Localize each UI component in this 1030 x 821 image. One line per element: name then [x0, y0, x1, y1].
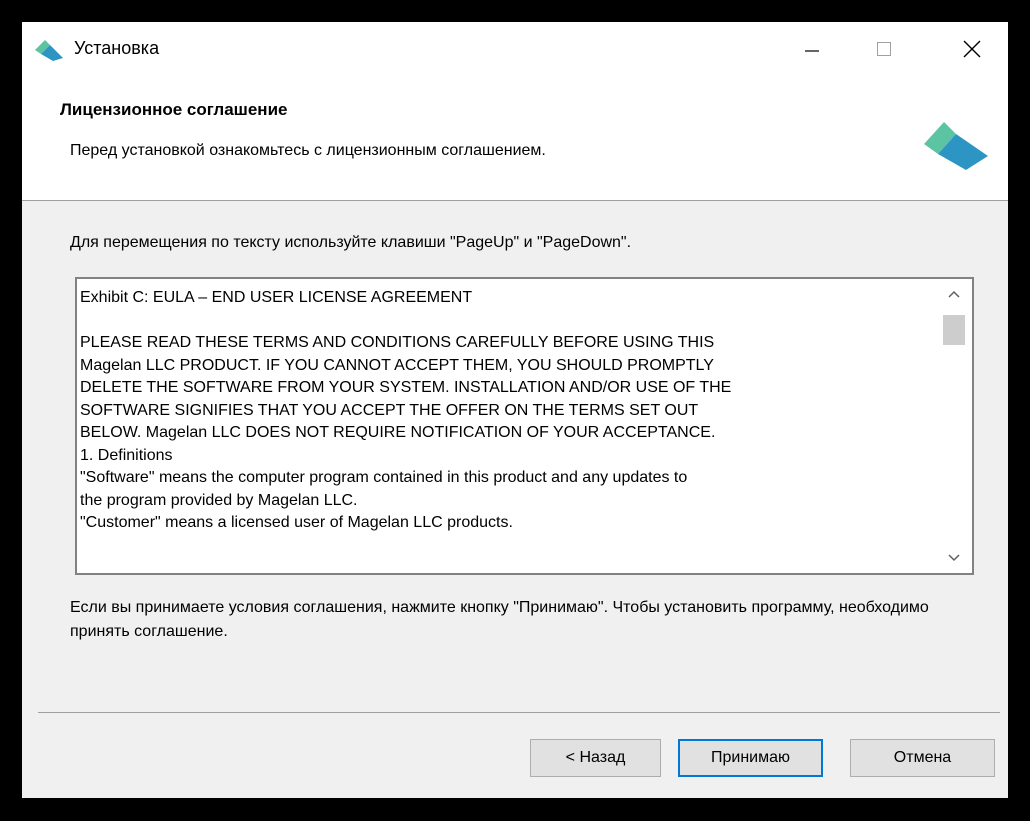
- title-bar[interactable]: Установка: [22, 22, 1008, 76]
- scroll-down-button[interactable]: [936, 543, 972, 573]
- maximize-icon: [877, 42, 891, 56]
- window-title: Установка: [74, 38, 160, 58]
- close-icon: [963, 40, 981, 58]
- cancel-button[interactable]: Отмена: [850, 739, 995, 777]
- license-scrollbar[interactable]: [936, 279, 972, 573]
- installer-window: Установка Лицензионное соглашение Перед …: [22, 22, 1008, 798]
- scroll-thumb[interactable]: [943, 315, 965, 345]
- license-text: Exhibit C: EULA – END USER LICENSE AGREE…: [80, 289, 732, 531]
- maximize-button[interactable]: [848, 22, 920, 76]
- license-text-box[interactable]: Exhibit C: EULA – END USER LICENSE AGREE…: [75, 277, 974, 575]
- chevron-up-icon: [948, 290, 960, 298]
- minimize-button[interactable]: [776, 22, 848, 76]
- app-logo-icon: [35, 40, 63, 61]
- wizard-header: Лицензионное соглашение Перед установкой…: [22, 76, 1008, 201]
- accept-instruction: Если вы принимаете условия соглашения, н…: [70, 599, 929, 640]
- footer-divider: [38, 712, 1000, 713]
- scroll-up-button[interactable]: [936, 279, 972, 309]
- accept-button[interactable]: Принимаю: [678, 739, 823, 777]
- page-subtitle: Перед установкой ознакомьтесь с лицензио…: [70, 142, 546, 159]
- chevron-down-icon: [948, 554, 960, 562]
- page-title: Лицензионное соглашение: [60, 100, 288, 119]
- navigation-hint: Для перемещения по тексту используйте кл…: [70, 234, 632, 251]
- minimize-icon: [805, 50, 819, 52]
- back-button[interactable]: < Назад: [530, 739, 661, 777]
- product-logo-icon: [924, 122, 988, 170]
- close-button[interactable]: [936, 22, 1008, 76]
